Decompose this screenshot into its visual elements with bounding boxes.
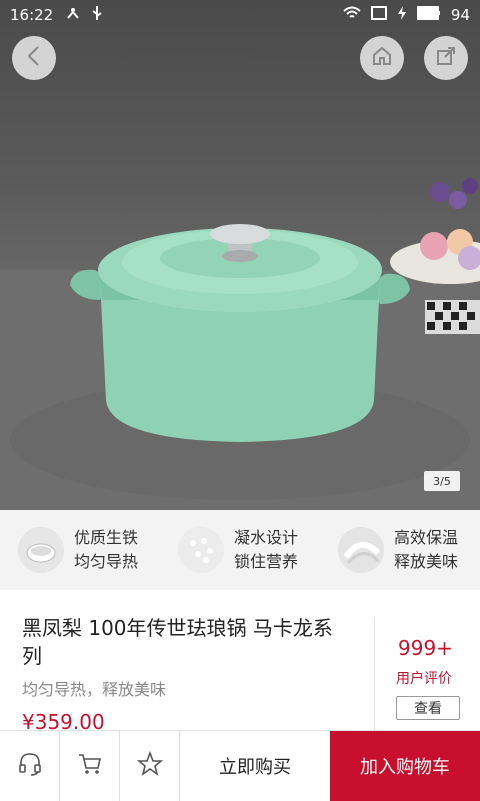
cart-button[interactable]: [60, 731, 120, 801]
feature-item: 优质生铁 均匀导热: [0, 526, 160, 574]
battery-icon: [416, 6, 441, 24]
back-button[interactable]: [12, 36, 56, 80]
feature-thumbnail: [338, 527, 384, 573]
cart-icon: [77, 751, 103, 781]
feature-thumbnail: [18, 527, 64, 573]
chevron-left-icon: [26, 45, 42, 71]
status-time: 16:22: [10, 6, 54, 24]
charging-icon: [397, 6, 407, 24]
share-button[interactable]: [424, 36, 468, 80]
feature-line-2: 锁住营养: [234, 552, 299, 571]
product-image-gallery[interactable]: 16:22 94 3/5: [0, 0, 480, 510]
headset-icon: [17, 751, 43, 781]
gallery-page-indicator: 3/5: [424, 471, 460, 491]
star-icon: [136, 750, 163, 781]
feature-line-2: 均匀导热: [74, 552, 139, 571]
review-count: 999+: [398, 636, 453, 660]
home-icon: [371, 45, 393, 71]
wifi-icon: [343, 6, 361, 24]
feature-item: 凝水设计 锁住营养: [160, 526, 320, 574]
product-info: 黑凤梨 100年传世珐琅锅 马卡龙系列 均匀导热，释放美味 ¥359.00 99…: [0, 590, 480, 734]
home-button[interactable]: [360, 36, 404, 80]
bottom-action-bar: 立即购买 加入购物车: [0, 730, 480, 801]
product-subtitle: 均匀导热，释放美味: [22, 680, 167, 699]
battery-level: 94: [450, 6, 470, 24]
add-to-cart-button[interactable]: 加入购物车: [330, 731, 480, 801]
feature-line-1: 高效保温: [394, 528, 459, 547]
feature-highlights: 优质生铁 均匀导热 凝水设计 锁住营养 高效保温 释放美味: [0, 510, 480, 590]
review-label: 用户评价: [396, 671, 452, 687]
favorite-button[interactable]: [120, 731, 180, 801]
divider: [374, 618, 375, 730]
feature-line-1: 优质生铁: [74, 528, 139, 547]
feature-item: 高效保温 释放美味: [320, 526, 480, 574]
feature-line-1: 凝水设计: [234, 528, 299, 547]
product-photo: [0, 178, 480, 510]
customer-service-button[interactable]: [0, 731, 60, 801]
share-icon: [435, 45, 457, 71]
screen-icon: [370, 6, 387, 24]
status-bar: 16:22 94: [0, 0, 480, 30]
buy-now-button[interactable]: 立即购买: [180, 731, 330, 801]
usb-icon: [91, 5, 103, 25]
feature-line-2: 释放美味: [394, 552, 459, 571]
usb-share-icon: [65, 5, 81, 25]
product-title: 黑凤梨 100年传世珐琅锅 马卡龙系列: [22, 616, 333, 668]
view-reviews-button[interactable]: 查看: [396, 696, 460, 720]
feature-thumbnail: [178, 527, 224, 573]
